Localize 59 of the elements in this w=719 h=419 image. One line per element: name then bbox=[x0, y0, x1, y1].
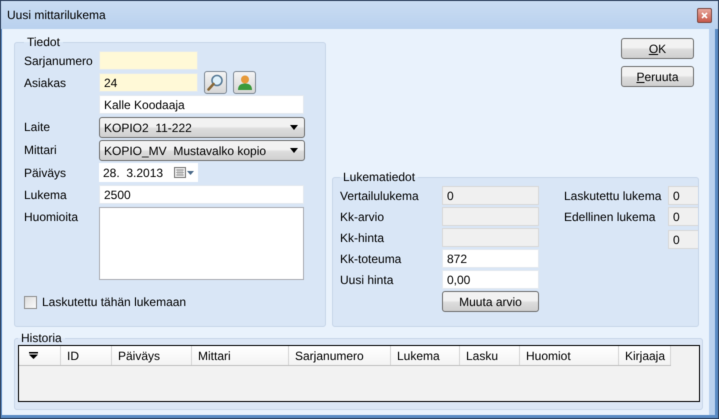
cancel-button[interactable]: Peruuta bbox=[621, 66, 694, 87]
column-header[interactable]: ID bbox=[61, 346, 112, 365]
field-label: Asiakas bbox=[24, 75, 68, 90]
input-field[interactable]: 0 bbox=[668, 230, 698, 249]
column-header[interactable]: Huomiot bbox=[520, 346, 619, 365]
search-icon bbox=[207, 74, 224, 91]
field-label: Edellinen lukema bbox=[564, 209, 656, 224]
field-label: Uusi hinta bbox=[340, 272, 394, 287]
date-field[interactable]: 28. 3.2013 bbox=[99, 163, 198, 182]
field-label: Kk-hinta bbox=[340, 230, 386, 245]
input-field[interactable]: 872 bbox=[442, 249, 539, 268]
checkbox[interactable] bbox=[24, 296, 37, 308]
close-button[interactable] bbox=[697, 8, 712, 22]
column-header[interactable]: Lasku bbox=[460, 346, 520, 365]
input-field[interactable] bbox=[442, 228, 539, 247]
input-field[interactable]: 0,00 bbox=[442, 270, 539, 289]
close-icon bbox=[701, 12, 708, 18]
field-label: Lukema bbox=[24, 187, 68, 202]
input-field[interactable]: 0 bbox=[442, 186, 539, 205]
caret-icon bbox=[290, 148, 298, 153]
input-field[interactable]: 2500 bbox=[99, 185, 304, 204]
input-field[interactable]: Kalle Koodaaja bbox=[99, 95, 304, 114]
field-label: Mittari bbox=[24, 142, 58, 157]
group-title: Lukematiedot bbox=[342, 170, 416, 184]
column-header[interactable]: Kirjaaja bbox=[619, 346, 671, 365]
window-title: Uusi mittarilukema bbox=[7, 8, 106, 22]
field-label: Kk-toteuma bbox=[340, 251, 402, 266]
ok-button[interactable]: OK bbox=[621, 38, 694, 59]
field-label: Huomioita bbox=[24, 209, 80, 224]
column-header[interactable]: Sarjanumero bbox=[289, 346, 391, 365]
input-field[interactable]: 0 bbox=[668, 186, 698, 205]
input-field[interactable] bbox=[442, 207, 539, 226]
search-button[interactable] bbox=[204, 71, 227, 94]
field-label: Laskutettu lukema bbox=[564, 188, 662, 203]
change-estimate-button[interactable]: Muuta arvio bbox=[442, 291, 539, 312]
dropdown[interactable]: KOPIO_MV Mustavalko kopio bbox=[99, 140, 305, 161]
notes-field[interactable] bbox=[99, 207, 304, 280]
group-title: Tiedot bbox=[26, 35, 61, 49]
column-header[interactable]: Lukema bbox=[391, 346, 460, 365]
calendar-button[interactable] bbox=[174, 167, 194, 178]
field-label: Päiväys bbox=[24, 165, 68, 180]
dropdown[interactable]: KOPIO2 11-222 bbox=[99, 117, 305, 138]
column-header[interactable]: Mittari bbox=[192, 346, 289, 365]
group-title: Historia bbox=[20, 331, 63, 345]
caret-icon bbox=[290, 125, 298, 130]
checkbox-label: Laskutettu tähän lukemaan bbox=[42, 295, 186, 309]
calendar-icon bbox=[174, 167, 186, 178]
person-button[interactable] bbox=[233, 71, 256, 94]
field-label: Vertailulukema bbox=[340, 188, 420, 203]
input-field[interactable]: 24 bbox=[99, 73, 198, 92]
column-header[interactable]: Päiväys bbox=[112, 346, 192, 365]
field-label: Kk-arvio bbox=[340, 209, 386, 224]
field-label: Sarjanumero bbox=[24, 53, 94, 68]
caret-icon bbox=[187, 170, 194, 174]
sort-icon[interactable] bbox=[29, 352, 38, 359]
input-field[interactable] bbox=[99, 51, 198, 70]
person-icon bbox=[236, 74, 252, 91]
input-field[interactable]: 0 bbox=[668, 207, 698, 226]
field-label: Laite bbox=[24, 119, 52, 134]
